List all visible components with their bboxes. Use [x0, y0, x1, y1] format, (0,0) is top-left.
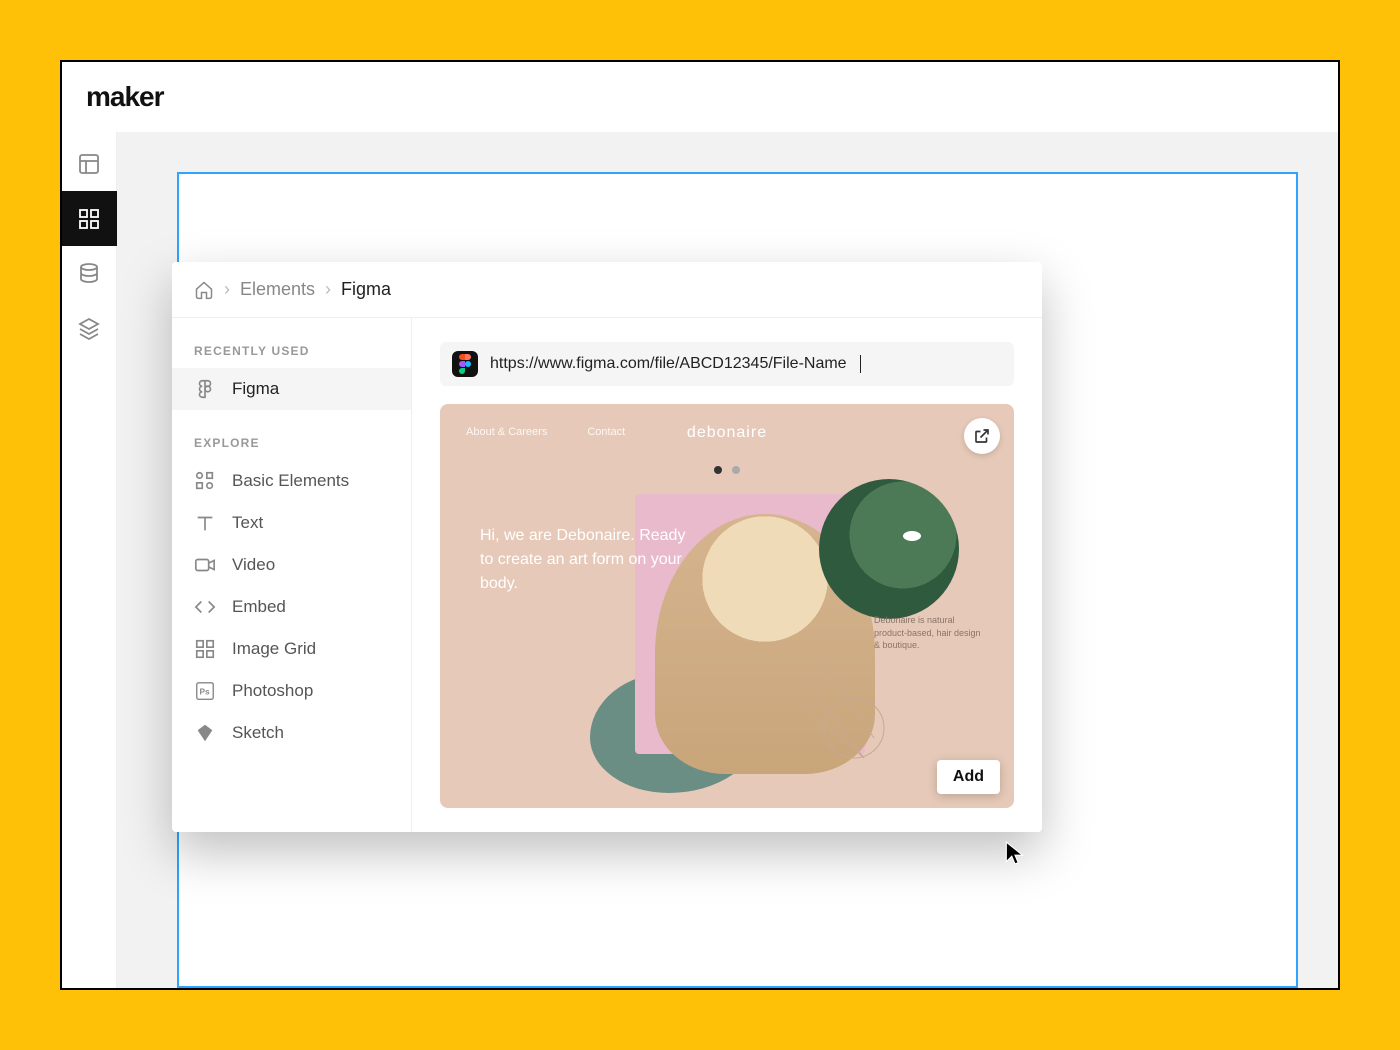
chevron-right-icon: ›: [224, 279, 230, 300]
figma-preview: About & Careers Contact debonaire Hi, we…: [440, 404, 1014, 808]
open-external-button[interactable]: [964, 418, 1000, 454]
sidebar-item-image-grid[interactable]: Image Grid: [172, 628, 411, 670]
shapes-icon: [194, 470, 216, 492]
sidebar-item-sketch[interactable]: Sketch: [172, 712, 411, 754]
sidebar-item-label: Basic Elements: [232, 471, 349, 491]
sidebar-item-label: Photoshop: [232, 681, 313, 701]
sketch-icon: [194, 722, 216, 744]
grid-icon: [194, 638, 216, 660]
photoshop-icon: Ps: [194, 680, 216, 702]
explore-section-label: EXPLORE: [172, 428, 411, 460]
breadcrumb: › Elements › Figma: [172, 262, 1042, 318]
leaf-circle-image: [819, 479, 959, 619]
chevron-right-icon: ›: [325, 279, 331, 300]
elements-panel: › Elements › Figma RECENTLY USED Figma E…: [172, 262, 1042, 832]
preview-nav-contact: Contact: [587, 426, 625, 438]
sidebar-item-video[interactable]: Video: [172, 544, 411, 586]
url-input[interactable]: https://www.figma.com/file/ABCD12345/Fil…: [440, 342, 1014, 386]
sidebar-item-label: Embed: [232, 597, 286, 617]
rail-layers[interactable]: [62, 301, 117, 356]
carousel-dots: [714, 466, 740, 474]
code-icon: [194, 596, 216, 618]
topbar: maker: [62, 62, 1338, 132]
sidebar-item-label: Figma: [232, 379, 279, 399]
preview-description: Debonaire is natural product-based, hair…: [874, 614, 984, 652]
text-icon: [194, 512, 216, 534]
panel-content: https://www.figma.com/file/ABCD12345/Fil…: [412, 318, 1042, 832]
sidebar-item-embed[interactable]: Embed: [172, 586, 411, 628]
rail-elements[interactable]: [62, 191, 117, 246]
home-icon[interactable]: [194, 280, 214, 300]
preview-tagline: Hi, we are Debonaire. Ready to create an…: [480, 524, 700, 596]
video-icon: [194, 554, 216, 576]
url-text: https://www.figma.com/file/ABCD12345/Fil…: [490, 355, 847, 373]
preview-nav: About & Careers Contact: [466, 426, 625, 438]
external-link-icon: [973, 427, 991, 445]
sidebar-item-label: Sketch: [232, 723, 284, 743]
add-button[interactable]: Add: [937, 760, 1000, 794]
panel-sidebar: RECENTLY USED Figma EXPLORE Basic Elemen…: [172, 318, 412, 832]
decorative-lines: [784, 658, 904, 778]
svg-text:Ps: Ps: [200, 688, 211, 697]
rail-layout[interactable]: [62, 136, 117, 191]
app-logo: maker: [86, 81, 164, 113]
sidebar-item-photoshop[interactable]: Ps Photoshop: [172, 670, 411, 712]
figma-badge-icon: [452, 351, 478, 377]
sidebar-item-basic-elements[interactable]: Basic Elements: [172, 460, 411, 502]
sidebar-item-text[interactable]: Text: [172, 502, 411, 544]
layers-icon: [77, 317, 101, 341]
sidebar-item-label: Image Grid: [232, 639, 316, 659]
breadcrumb-current: Figma: [341, 279, 391, 300]
tool-rail: [62, 132, 117, 988]
breadcrumb-elements[interactable]: Elements: [240, 279, 315, 300]
app-window: maker › Elements › Figma: [60, 60, 1340, 990]
preview-nav-about: About & Careers: [466, 426, 547, 438]
layout-icon: [77, 152, 101, 176]
database-icon: [77, 262, 101, 286]
sidebar-item-figma[interactable]: Figma: [172, 368, 411, 410]
rail-data[interactable]: [62, 246, 117, 301]
grid-icon: [77, 207, 101, 231]
figma-icon: [194, 378, 216, 400]
preview-brand: debonaire: [687, 424, 767, 442]
sidebar-item-label: Text: [232, 513, 263, 533]
text-caret: [860, 355, 861, 373]
recent-section-label: RECENTLY USED: [172, 336, 411, 368]
sidebar-item-label: Video: [232, 555, 275, 575]
panel-body: RECENTLY USED Figma EXPLORE Basic Elemen…: [172, 318, 1042, 832]
